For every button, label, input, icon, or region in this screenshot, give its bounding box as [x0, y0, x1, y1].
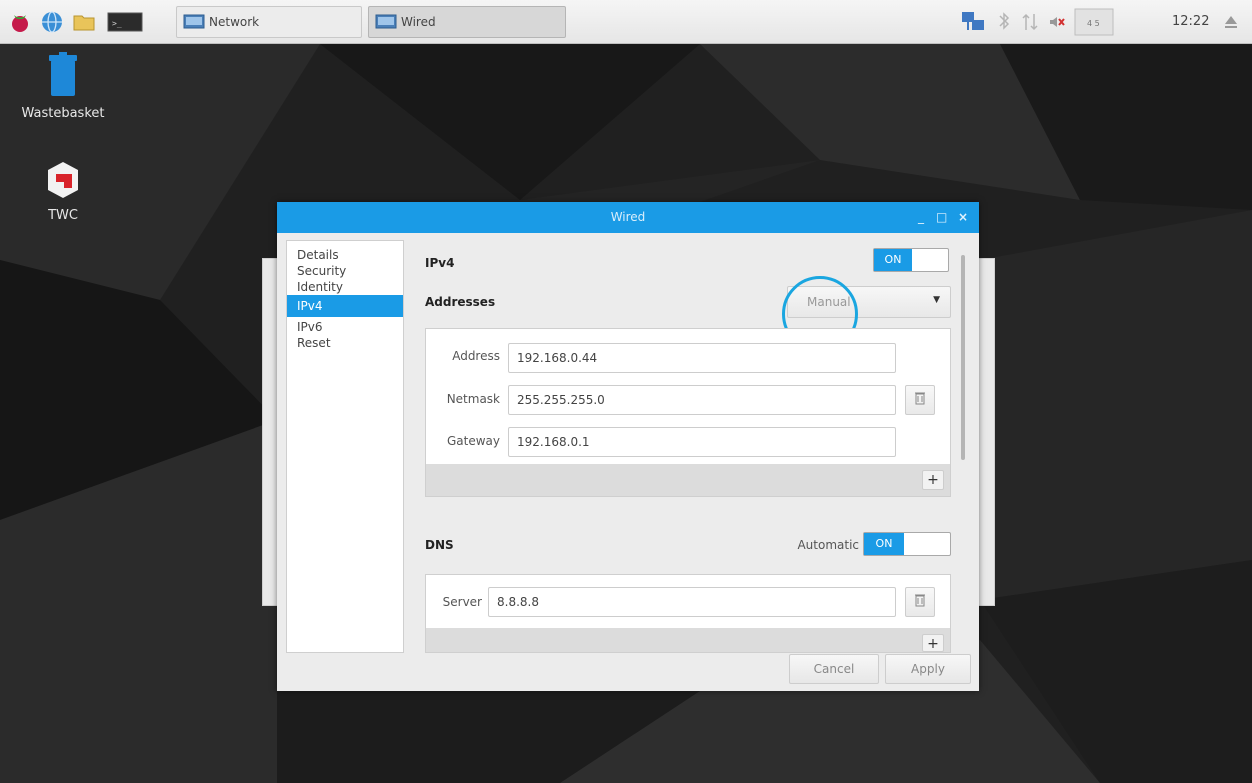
dns-panel: Server 8.8.8.8 +	[425, 574, 951, 653]
dns-server-field[interactable]: 8.8.8.8	[488, 587, 896, 617]
window-title: Wired	[610, 210, 646, 224]
clock[interactable]: 12:22	[1172, 14, 1209, 29]
svg-text:4 5: 4 5	[1087, 19, 1100, 28]
gateway-label: Gateway	[446, 434, 500, 448]
gateway-field[interactable]: 192.168.0.1	[508, 427, 896, 457]
eject-icon[interactable]	[1222, 10, 1240, 38]
address-field[interactable]: 192.168.0.44	[508, 343, 896, 373]
addresses-heading: Addresses	[425, 295, 496, 309]
dns-automatic-label: Automatic	[797, 538, 859, 552]
addresses-panel: Address 192.168.0.44 Netmask 255.255.255…	[425, 328, 951, 497]
taskbar-task-label: Wired	[401, 15, 436, 29]
scrollbar[interactable]	[956, 240, 970, 653]
bluetooth-icon[interactable]	[996, 10, 1012, 38]
terminal-icon[interactable]: >_	[104, 10, 146, 34]
network-window-icon	[183, 13, 205, 31]
delete-address-button[interactable]	[905, 385, 935, 415]
volume-muted-icon[interactable]	[1046, 10, 1066, 38]
transfer-arrows-icon[interactable]	[1020, 10, 1040, 38]
dns-panel-footer: +	[426, 628, 950, 652]
ipv4-heading: IPv4	[425, 256, 455, 270]
maximize-icon[interactable]: □	[936, 202, 947, 233]
desktop-icon-twc[interactable]: TWC	[28, 160, 98, 223]
trash-icon	[914, 391, 926, 409]
network-connected-icon[interactable]	[960, 10, 986, 38]
taskbar-task-label: Network	[209, 15, 260, 29]
sidebar-item-ipv6[interactable]: IPv6	[287, 319, 403, 335]
cancel-button[interactable]: Cancel	[789, 654, 879, 684]
settings-sidebar: Details Security Identity IPv4 IPv6 Rese…	[286, 240, 404, 653]
apply-button[interactable]: Apply	[885, 654, 971, 684]
desktop-icon-label: Wastebasket	[21, 106, 105, 121]
server-label: Server	[442, 595, 482, 609]
toggle-on-label: ON	[874, 249, 912, 271]
add-address-button[interactable]: +	[922, 470, 944, 490]
window-titlebar[interactable]: Wired	[277, 202, 979, 233]
network-window-icon	[375, 13, 397, 31]
netmask-label: Netmask	[446, 392, 500, 406]
wastebasket-icon	[18, 52, 108, 102]
file-manager-icon[interactable]	[72, 10, 96, 34]
dns-automatic-toggle[interactable]: ON	[863, 532, 951, 556]
chevron-down-icon: ▼	[933, 295, 940, 305]
address-label: Address	[452, 349, 500, 363]
desktop-icon-label: TWC	[48, 208, 78, 223]
dns-heading: DNS	[425, 538, 454, 552]
trash-icon	[914, 593, 926, 611]
cpu-monitor-icon: 4 5	[1074, 8, 1114, 40]
taskbar-task-network[interactable]: Network	[176, 6, 362, 38]
minimize-icon[interactable]: _	[918, 202, 924, 233]
sidebar-item-ipv4[interactable]: IPv4	[287, 295, 403, 317]
svg-text:>_: >_	[112, 19, 122, 28]
web-browser-icon[interactable]	[40, 10, 64, 34]
add-dns-button[interactable]: +	[922, 634, 944, 652]
wired-settings-window: Wired _ □ × Details Security Identity IP…	[277, 202, 979, 691]
taskbar-task-wired[interactable]: Wired	[368, 6, 566, 38]
close-icon[interactable]: ×	[958, 202, 968, 233]
netmask-field[interactable]: 255.255.255.0	[508, 385, 896, 415]
raspberry-menu-icon[interactable]	[8, 10, 32, 34]
desktop-icon-wastebasket[interactable]: Wastebasket	[18, 52, 108, 121]
sidebar-item-security[interactable]: Security	[287, 263, 403, 279]
taskbar: >_ Network Wired 4 5 12:22	[0, 0, 1252, 44]
sidebar-item-details[interactable]: Details	[287, 247, 403, 263]
toggle-on-label: ON	[864, 533, 904, 555]
twc-app-icon	[28, 160, 98, 204]
sidebar-item-identity[interactable]: Identity	[287, 279, 403, 295]
delete-dns-button[interactable]	[905, 587, 935, 617]
addresses-panel-footer: +	[426, 464, 950, 496]
scrollbar-thumb[interactable]	[961, 255, 965, 460]
ipv4-toggle[interactable]: ON	[873, 248, 949, 272]
sidebar-item-reset[interactable]: Reset	[287, 335, 403, 351]
